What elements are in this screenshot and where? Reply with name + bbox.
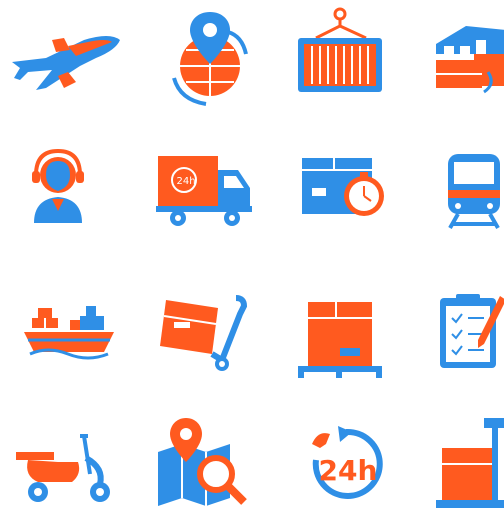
train-icon <box>434 148 504 248</box>
shipping-container-icon <box>286 4 406 104</box>
pallet-box-icon <box>290 292 410 392</box>
icon-grid: 24h 24h <box>0 0 504 508</box>
map-search-icon <box>152 418 272 518</box>
clipboard-checklist-icon <box>428 288 504 388</box>
globe-location-pin-icon <box>150 8 270 108</box>
service-24h-label: 24h <box>319 454 378 487</box>
truck-24h-label: 24h <box>176 176 195 187</box>
box-on-scale-icon <box>430 418 504 518</box>
cargo-ship-icon <box>18 296 138 396</box>
delivery-scooter-icon <box>8 428 128 528</box>
airplane-icon <box>6 10 126 110</box>
24h-service-icon: 24h <box>296 420 416 520</box>
package-stopwatch-icon <box>290 148 410 248</box>
warehouse-icon <box>426 10 504 110</box>
delivery-truck-24h-icon: 24h <box>150 148 270 248</box>
hand-truck-box-icon <box>152 290 272 390</box>
support-operator-icon <box>18 145 138 245</box>
